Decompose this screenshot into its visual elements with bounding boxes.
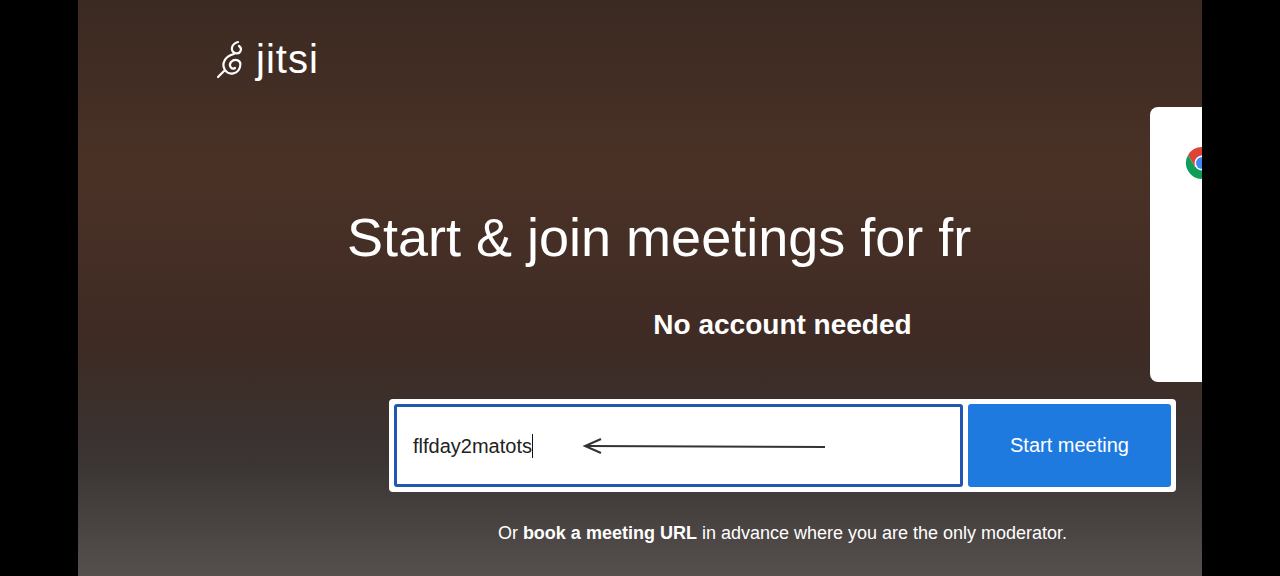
room-name-input[interactable]: flfday2matots (394, 404, 963, 487)
header: jitsi (78, 0, 1202, 85)
hero: No account needed flfday2matots Start meet… (78, 269, 1202, 544)
chrome-icon (1184, 145, 1202, 181)
chrome-icon-wrap (1184, 145, 1202, 181)
meeting-form: flfday2matots Start meeting (389, 399, 1176, 492)
jitsi-logo-icon (216, 39, 250, 79)
headline: Start & join meetings for fr (347, 205, 1202, 269)
logo-text[interactable]: jitsi (256, 35, 319, 83)
side-popup (1150, 107, 1202, 382)
footer-text: Or book a meeting URL in advance where y… (498, 522, 1067, 544)
text-caret (532, 434, 533, 458)
subtitle: No account needed (653, 308, 911, 342)
start-meeting-button[interactable]: Start meeting (968, 404, 1171, 487)
hero-column: No account needed flfday2matots Start meet… (389, 269, 1176, 544)
jitsi-home-page: jitsiStart & join meetings for frNo acco… (78, 0, 1202, 576)
screen: jitsiStart & join meetings for frNo acco… (0, 0, 1280, 576)
annotation-arrow-icon (579, 436, 829, 456)
book-meeting-link[interactable]: book a meeting URL (523, 523, 697, 543)
input-value: flfday2matots (413, 434, 532, 458)
headline-row: Start & join meetings for fr (78, 205, 1202, 269)
